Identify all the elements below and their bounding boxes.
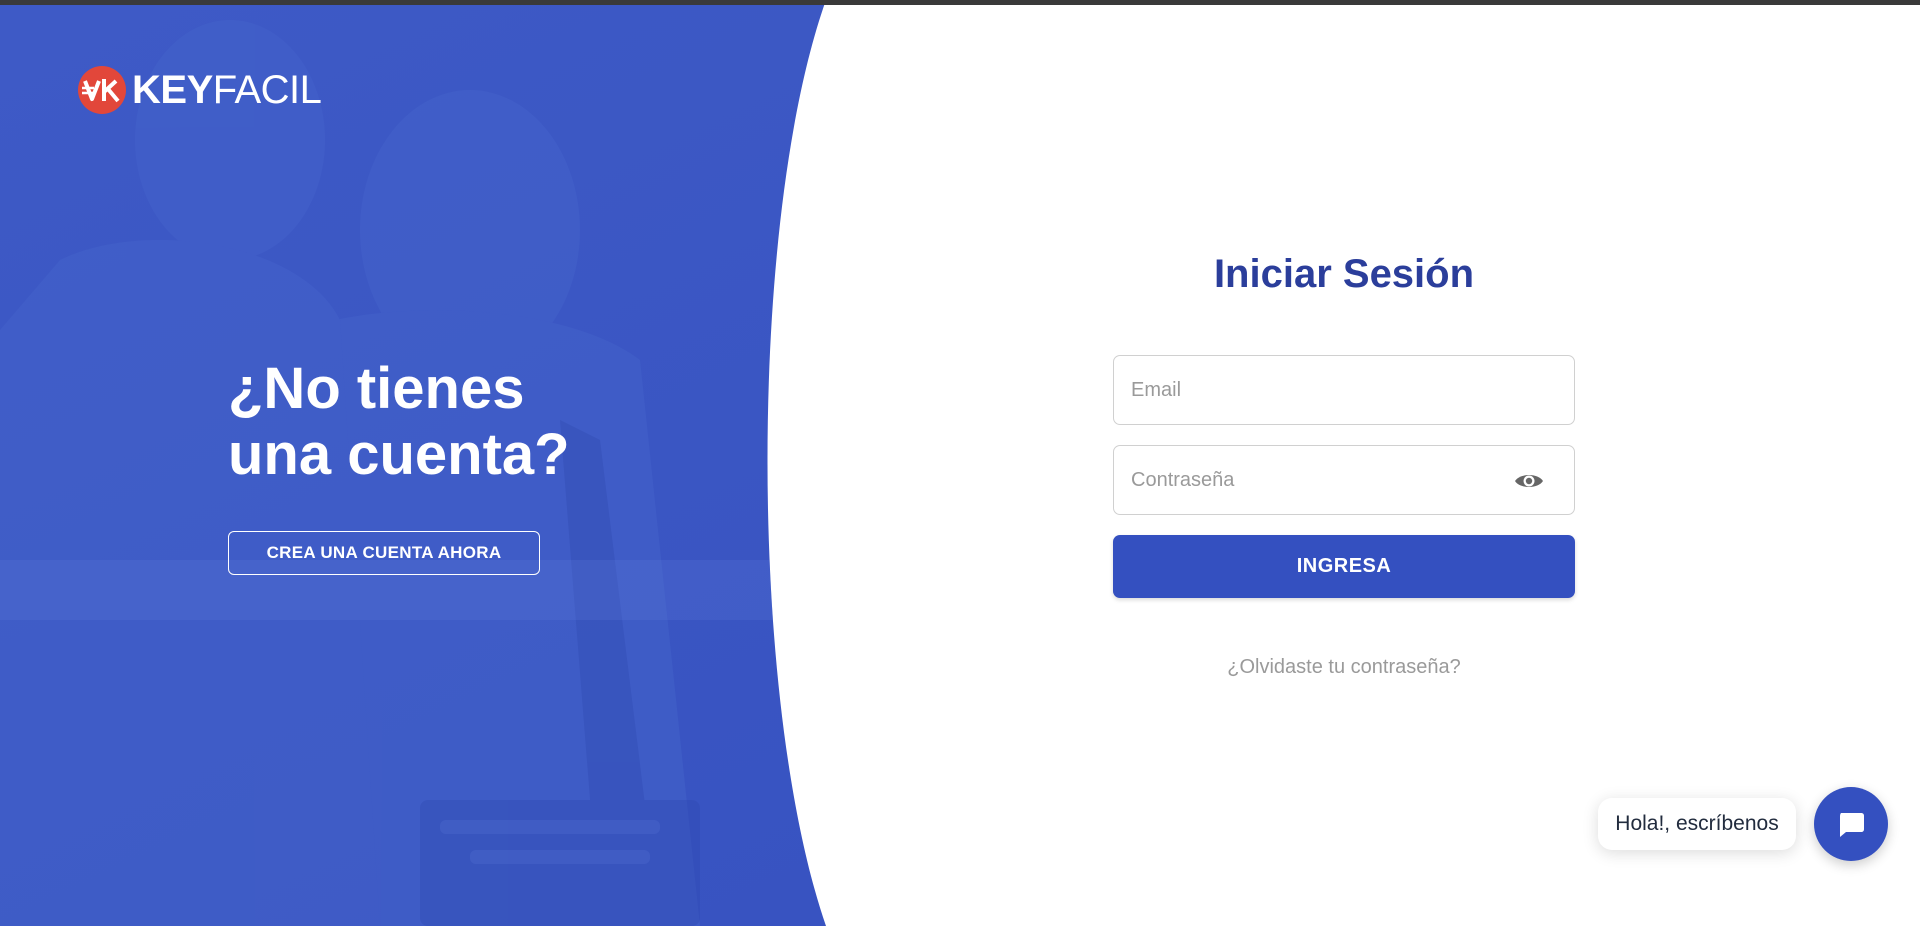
login-title: Iniciar Sesión: [1213, 252, 1475, 296]
hero-title: ¿No tienes una cuenta?: [228, 356, 628, 488]
password-input[interactable]: [1114, 446, 1574, 514]
show-password-eye-icon[interactable]: [1514, 468, 1544, 494]
chat-launcher-button[interactable]: [1814, 787, 1888, 861]
email-field-wrapper: [1113, 355, 1575, 425]
chat-greeting-bubble[interactable]: Hola!, escríbenos: [1598, 798, 1796, 850]
password-field-wrapper: [1113, 445, 1575, 515]
brand-name-light: FACIL: [212, 68, 322, 112]
brand-name-bold: KEY: [132, 68, 213, 112]
email-input[interactable]: [1114, 356, 1574, 424]
hero-title-line-2: una cuenta?: [228, 422, 570, 487]
brand-logo[interactable]: KEYFACIL: [78, 66, 322, 114]
login-submit-button[interactable]: INGRESA: [1113, 535, 1575, 598]
forgot-password-link[interactable]: ¿Olvidaste tu contraseña?: [1113, 656, 1575, 679]
chat-icon: [1840, 813, 1864, 837]
brand-name: KEYFACIL: [132, 68, 322, 112]
hero-title-line-1: ¿No tienes: [228, 356, 525, 421]
window-top-strip: [0, 0, 1920, 5]
keyfacil-logo-icon: [78, 66, 126, 114]
create-account-button[interactable]: CREA UNA CUENTA AHORA: [228, 531, 540, 575]
